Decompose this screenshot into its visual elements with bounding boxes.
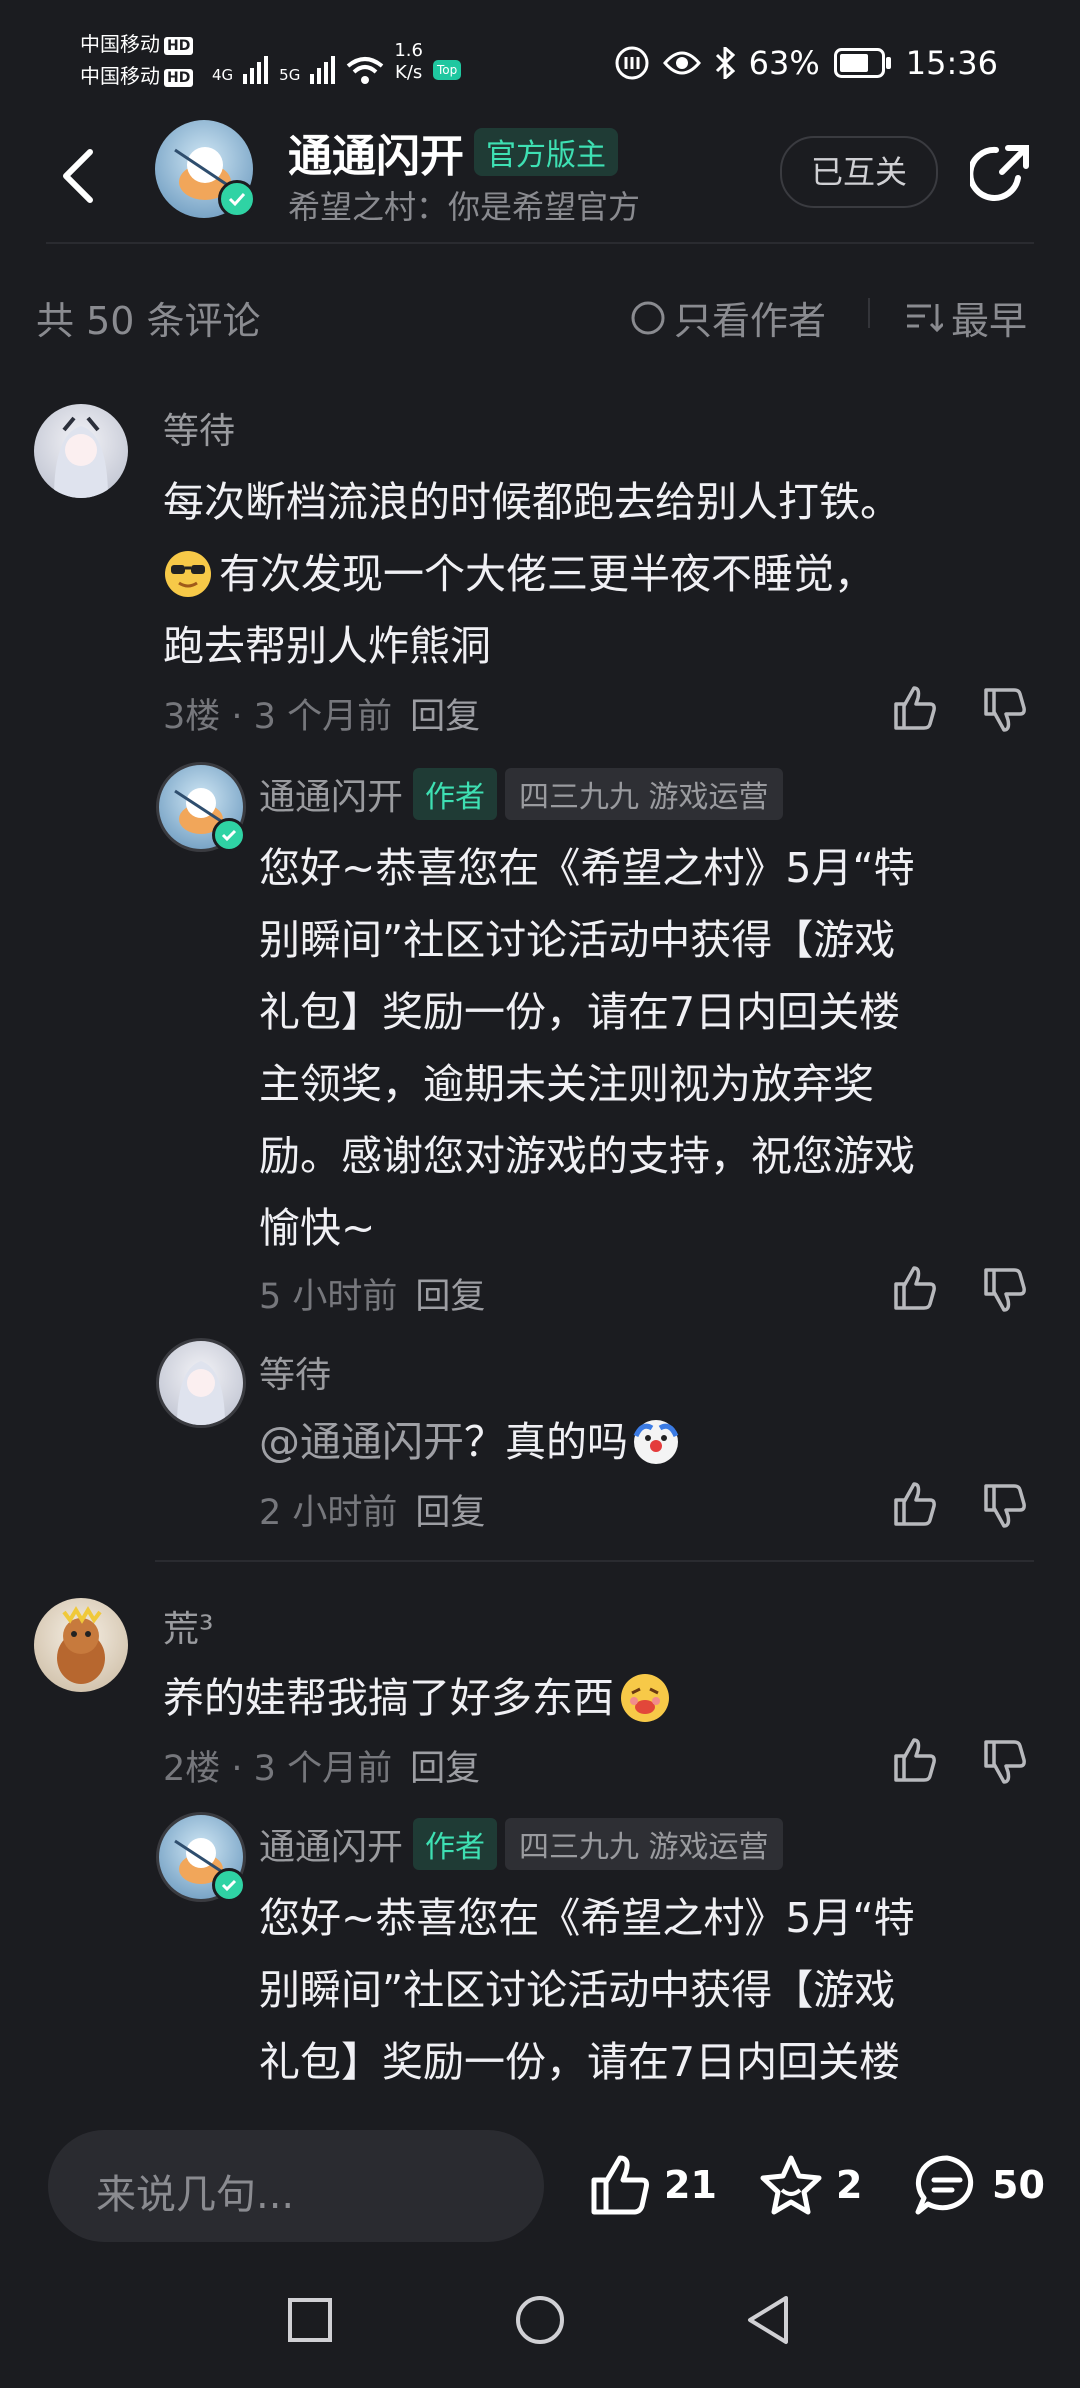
nfc-icon bbox=[615, 46, 649, 80]
comment-time: 3 个月前 bbox=[253, 1749, 393, 1789]
moderator-badge: 官方版主 bbox=[474, 128, 618, 176]
role-tag: 四三九九 游戏运营 bbox=[505, 1818, 783, 1870]
author-tag: 作者 bbox=[413, 1818, 498, 1870]
author-name[interactable]: 通通闪开 bbox=[288, 120, 464, 184]
user-avatar[interactable] bbox=[34, 1598, 128, 1692]
comment-meta: 2楼 · 3 个月前 回复 bbox=[163, 1749, 481, 1789]
back-button[interactable] bbox=[58, 146, 98, 206]
carrier-2: 中国移动 bbox=[80, 64, 160, 88]
post-header: 通通闪开 官方版主 希望之村：你是希望官方 已互关 bbox=[0, 120, 1080, 240]
battery-percent: 63% bbox=[748, 44, 820, 82]
mutual-follow-button[interactable]: 已互关 bbox=[780, 136, 938, 208]
like-icon[interactable] bbox=[890, 684, 938, 732]
battery-icon bbox=[833, 48, 891, 78]
like-icon[interactable] bbox=[890, 1264, 938, 1312]
reply-time: 2 小时前 bbox=[259, 1493, 398, 1533]
reply-body: 您好~恭喜您在《希望之村》5月“特 别瞬间”社区讨论活动中获得【游戏 礼包】奖励… bbox=[259, 844, 915, 1252]
cool-emoji-icon bbox=[165, 551, 211, 597]
reply-avatar[interactable] bbox=[156, 1338, 246, 1428]
like-count: 21 bbox=[664, 2163, 717, 2207]
role-tag: 四三九九 游戏运营 bbox=[505, 768, 783, 820]
reply-time: 5 小时前 bbox=[259, 1277, 398, 1317]
comment-body: 每次断档流浪的时候都跑去给别人打铁。 有次发现一个大佬三更半夜不睡觉， 跑去帮别… bbox=[163, 478, 901, 670]
dislike-icon[interactable] bbox=[980, 1266, 1028, 1314]
thumbs-up-icon bbox=[591, 2155, 649, 2215]
radio-icon bbox=[631, 301, 665, 334]
author-subtitle: 希望之村：你是希望官方 bbox=[288, 188, 641, 226]
carrier-1: 中国移动 bbox=[80, 32, 160, 56]
eye-icon bbox=[662, 51, 701, 75]
comment-count: 共 50 条评论 bbox=[36, 299, 261, 343]
header-divider bbox=[46, 242, 1034, 244]
comment-bubble-icon bbox=[915, 2155, 974, 2215]
floor-number: 3楼 bbox=[163, 697, 221, 737]
reply-username[interactable]: 通通闪开 bbox=[259, 1818, 403, 1870]
like-icon[interactable] bbox=[890, 1736, 938, 1784]
reply-meta: 2 小时前 回复 bbox=[259, 1484, 485, 1535]
signal-icon bbox=[243, 56, 269, 84]
floor-number: 2楼 bbox=[163, 1749, 221, 1789]
system-nav-bar bbox=[0, 2266, 1080, 2388]
author-tag: 作者 bbox=[413, 768, 498, 820]
comments-button[interactable]: 50 bbox=[914, 2154, 1045, 2216]
reply-username[interactable]: 等待 bbox=[259, 1346, 331, 1398]
bottom-action-bar: 来说几句... 21 2 50 bbox=[0, 2106, 1080, 2266]
bluetooth-icon bbox=[715, 47, 735, 79]
clock: 15:36 bbox=[905, 44, 998, 82]
home-button[interactable] bbox=[514, 2294, 566, 2346]
reply-button[interactable]: 回复 bbox=[410, 1749, 480, 1789]
signal-icon-2 bbox=[310, 56, 336, 84]
comment-body: 养的娃帮我搞了好多东西 bbox=[163, 1662, 672, 1734]
comment-divider bbox=[155, 1560, 1034, 1562]
comment-username[interactable]: 荒³ bbox=[163, 1600, 213, 1652]
favorite-post-button[interactable]: 2 bbox=[758, 2154, 862, 2216]
reply-button[interactable]: 回复 bbox=[410, 697, 480, 737]
share-icon[interactable] bbox=[970, 140, 1034, 204]
verified-icon bbox=[212, 818, 246, 852]
comment-input-placeholder: 来说几句... bbox=[96, 2172, 295, 2218]
like-post-button[interactable]: 21 bbox=[588, 2154, 717, 2216]
mention-link[interactable]: @通通闪开 bbox=[259, 1406, 464, 1478]
comment-time: 3 个月前 bbox=[253, 697, 393, 737]
verified-icon bbox=[218, 180, 256, 218]
status-bar: 中国移动 HD 中国移动 HD 4G 5G 1.6 K/s Top 63% 15:3… bbox=[80, 32, 998, 88]
reply-username[interactable]: 通通闪开 bbox=[259, 768, 403, 820]
dislike-icon[interactable] bbox=[980, 686, 1028, 734]
reply-button[interactable]: 回复 bbox=[415, 1493, 485, 1533]
comment-count-bottom: 50 bbox=[992, 2163, 1045, 2207]
reply-body: @通通闪开 ？真的吗 bbox=[259, 1406, 680, 1478]
user-avatar[interactable] bbox=[34, 404, 128, 498]
reply-meta: 5 小时前 回复 bbox=[259, 1268, 485, 1319]
comment-username[interactable]: 等待 bbox=[163, 402, 235, 454]
dislike-icon[interactable] bbox=[980, 1482, 1028, 1530]
comment-meta: 3楼 · 3 个月前 回复 bbox=[163, 697, 481, 737]
top-badge: Top bbox=[432, 60, 462, 80]
clown-emoji-icon bbox=[633, 1420, 679, 1464]
comment-input[interactable]: 来说几句... bbox=[48, 2130, 544, 2242]
dislike-icon[interactable] bbox=[980, 1738, 1028, 1786]
wifi-icon bbox=[347, 57, 384, 84]
reply-body: 您好~恭喜您在《希望之村》5月“特 别瞬间”社区讨论活动中获得【游戏 礼包】奖励… bbox=[259, 1894, 915, 2086]
drooling-emoji-icon bbox=[621, 1674, 669, 1722]
filter-divider bbox=[868, 298, 870, 328]
reply-button[interactable]: 回复 bbox=[415, 1277, 485, 1317]
only-author-toggle[interactable]: 只看作者 bbox=[630, 290, 826, 345]
recents-button[interactable] bbox=[286, 2296, 334, 2344]
sort-icon bbox=[907, 303, 943, 332]
verified-icon bbox=[212, 1868, 246, 1902]
like-icon[interactable] bbox=[890, 1480, 938, 1528]
signal-icons: 4G 5G 1.6 K/s Top bbox=[212, 40, 462, 84]
sort-button[interactable]: 最早 bbox=[905, 290, 1027, 345]
star-icon bbox=[760, 2155, 822, 2215]
favorite-count: 2 bbox=[836, 2163, 863, 2207]
back-nav-button[interactable] bbox=[744, 2294, 792, 2346]
